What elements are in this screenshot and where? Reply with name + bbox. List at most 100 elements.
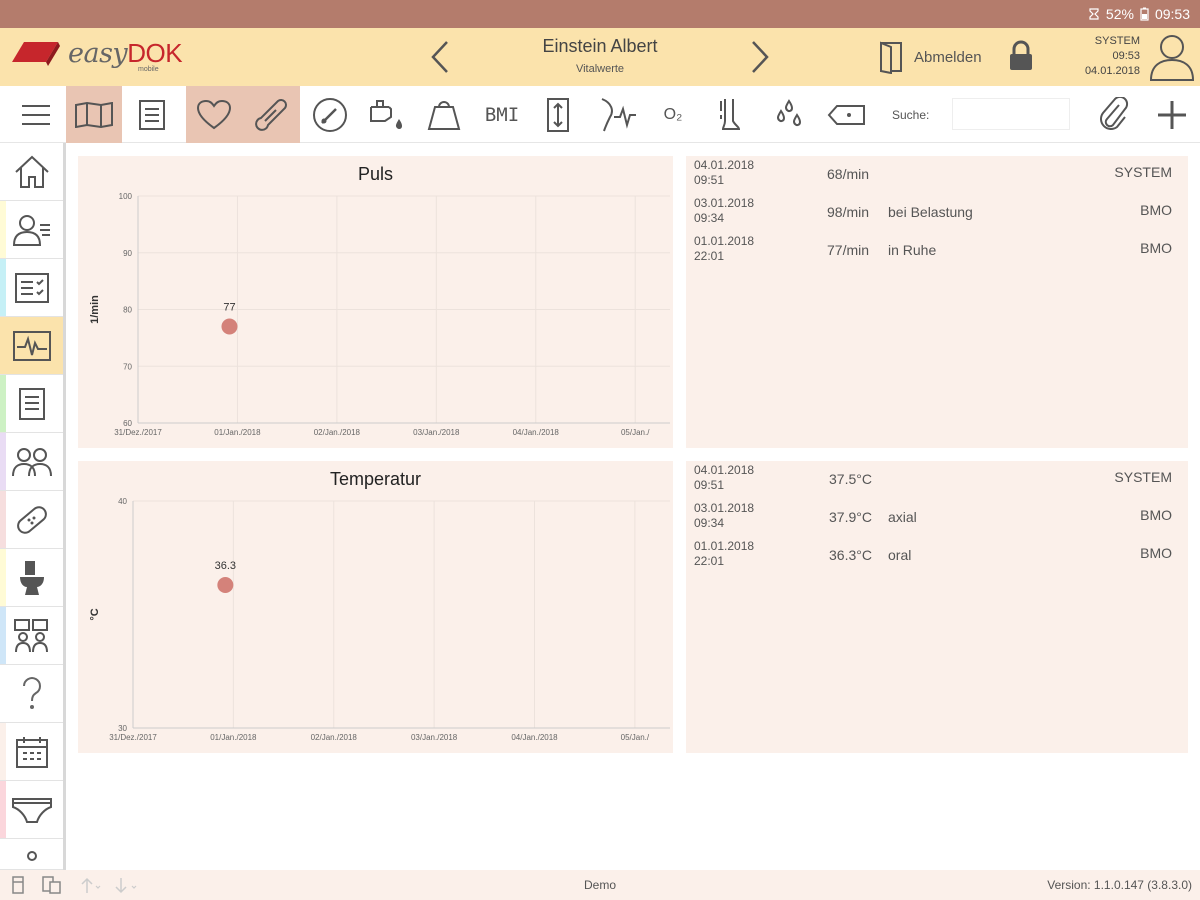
- x-tick-label: 02/Jan./2018: [311, 733, 358, 742]
- add-button[interactable]: [1148, 86, 1196, 143]
- sidebar-stripe: [0, 143, 6, 200]
- record-user: BMO: [1140, 240, 1172, 256]
- sidebar-item-home[interactable]: [0, 143, 63, 201]
- toilet-icon: [19, 560, 44, 595]
- record-value: 36.3°C: [829, 547, 872, 563]
- pulse-record-row[interactable]: 01.01.2018 22:01 77/min in Ruhe BMO: [686, 234, 1188, 272]
- sidebar-stripe: [0, 607, 6, 664]
- x-tick-label: 05/Jan./: [621, 733, 650, 742]
- calendar-icon: [15, 736, 48, 768]
- attach-button[interactable]: [1090, 86, 1138, 143]
- logout-button[interactable]: Abmelden: [878, 40, 982, 74]
- tag-icon: [827, 104, 865, 125]
- temperature-record-row[interactable]: 01.01.2018 22:01 36.3°C oral BMO: [686, 539, 1188, 577]
- report-icon: [18, 387, 45, 420]
- tab-respiration[interactable]: [590, 86, 646, 143]
- next-patient-button[interactable]: [745, 38, 775, 76]
- data-point: [221, 318, 238, 335]
- pulse-record-row[interactable]: 03.01.2018 09:34 98/min bei Belastung BMO: [686, 196, 1188, 234]
- alarm-icon: [1089, 8, 1099, 20]
- data-point: [217, 576, 234, 593]
- previous-patient-button[interactable]: [425, 38, 455, 76]
- x-tick-label: 02/Jan./2018: [314, 428, 361, 437]
- document-list-icon: [139, 99, 165, 130]
- pulse-records-panel: 04.01.2018 09:51 68/min SYSTEM 03.01.2018…: [686, 156, 1188, 448]
- y-tick-label: 90: [123, 249, 132, 258]
- tab-bmi[interactable]: BMI: [474, 86, 530, 143]
- x-tick-label: 04/Jan./2018: [511, 733, 558, 742]
- y-tick-label: 70: [123, 362, 132, 371]
- sidebar-item-more[interactable]: [0, 839, 63, 870]
- record-datetime: 04.01.2018 09:51: [694, 463, 755, 492]
- tab-temperature[interactable]: [242, 86, 300, 143]
- record-user: SYSTEM: [1114, 469, 1172, 485]
- finger-drop-icon: [370, 99, 402, 129]
- tab-list[interactable]: [124, 86, 180, 143]
- lock-button[interactable]: [1008, 40, 1034, 77]
- environment-label: Demo: [583, 878, 616, 892]
- avatar[interactable]: [1148, 32, 1196, 87]
- footer-bar: Demo Version: 1.1.0.147 (3.8.3.0): [0, 870, 1200, 900]
- record-value: 77/min: [827, 242, 870, 258]
- heart-icon: [196, 99, 232, 129]
- team-board-icon: [13, 618, 48, 652]
- more-icon: [26, 851, 37, 861]
- sidebar-item-medication[interactable]: [0, 491, 63, 549]
- sidebar-item-toilet[interactable]: [0, 549, 63, 607]
- tab-height[interactable]: [534, 86, 582, 143]
- tab-blood-pressure[interactable]: [304, 86, 356, 143]
- record-user: BMO: [1140, 545, 1172, 561]
- record-datetime: 01.01.2018 22:01: [694, 234, 755, 263]
- status-bar: 52% 09:53: [0, 0, 1200, 28]
- thermometer-icon: [255, 98, 287, 131]
- vitals-monitor-icon: [12, 330, 51, 361]
- sidebar-stripe: [0, 375, 6, 432]
- menu-button[interactable]: [8, 86, 64, 143]
- sidebar-item-calendar[interactable]: [0, 723, 63, 781]
- sidebar-item-checklist[interactable]: [0, 259, 63, 317]
- tab-edema[interactable]: [706, 86, 758, 143]
- sidebar-stripe: [0, 665, 6, 722]
- tab-weight[interactable]: [418, 86, 470, 143]
- sidebar-item-incontinence[interactable]: [0, 781, 63, 839]
- tab-blood-sugar[interactable]: [360, 86, 414, 143]
- sidebar-item-help[interactable]: [0, 665, 63, 723]
- record-datetime: 01.01.2018 22:01: [694, 539, 755, 568]
- sidebar-stripe: [0, 723, 6, 780]
- record-datetime: 03.01.2018 09:34: [694, 196, 755, 225]
- sidebar-item-report[interactable]: [0, 375, 63, 433]
- y-tick-label: 30: [118, 724, 127, 733]
- record-note: bei Belastung: [888, 204, 973, 220]
- sidebar-stripe: [0, 781, 6, 838]
- y-tick-label: 80: [123, 306, 132, 315]
- x-tick-label: 03/Jan./2018: [413, 428, 460, 437]
- sidebar-stripe: [0, 839, 6, 869]
- patient-name: Einstein Albert: [542, 36, 658, 56]
- tab-pulse[interactable]: [186, 86, 242, 143]
- o2-label: O₂: [663, 105, 683, 123]
- drops-icon: [776, 98, 802, 126]
- temperature-chart-panel[interactable]: Temperatur 40 30 31/Dez./2017 01/Jan./2018 0…: [78, 461, 673, 753]
- x-tick-label: 05/Jan./: [621, 428, 650, 437]
- home-icon: [14, 155, 49, 188]
- sidebar-item-contacts[interactable]: [0, 433, 63, 491]
- tab-oxygen[interactable]: O₂: [650, 86, 696, 143]
- temperature-chart: 40 3031/Dez./2017 01/Jan./2018 02/Jan./2018…: [89, 497, 670, 742]
- pulse-record-row[interactable]: 04.01.2018 09:51 68/min SYSTEM: [686, 158, 1188, 196]
- x-tick-label: 31/Dez./2017: [109, 733, 157, 742]
- sidebar-item-organization[interactable]: [0, 607, 63, 665]
- temperature-record-row[interactable]: 04.01.2018 09:51 37.5°C SYSTEM: [686, 463, 1188, 501]
- map-icon: [75, 101, 113, 128]
- tab-tags[interactable]: [822, 86, 872, 143]
- sidebar-item-vitals[interactable]: [0, 317, 63, 375]
- status-time: 09:53: [1154, 6, 1190, 22]
- sidebar: [0, 143, 66, 870]
- pulse-chart: 100 90 80 70 6031/Dez./2017 01/Jan./2018 02/Ja…: [89, 192, 670, 437]
- temperature-record-row[interactable]: 03.01.2018 09:34 37.9°C axial BMO: [686, 501, 1188, 539]
- pulse-chart-panel[interactable]: Puls 100 90 80 70 60 31/Dez./2017 01/Jan./2018…: [78, 156, 673, 448]
- tab-fluids[interactable]: [762, 86, 816, 143]
- search-input[interactable]: [952, 98, 1070, 130]
- tab-overview[interactable]: [66, 86, 122, 143]
- record-value: 37.9°C: [829, 509, 872, 525]
- sidebar-item-patient-data[interactable]: [0, 201, 63, 259]
